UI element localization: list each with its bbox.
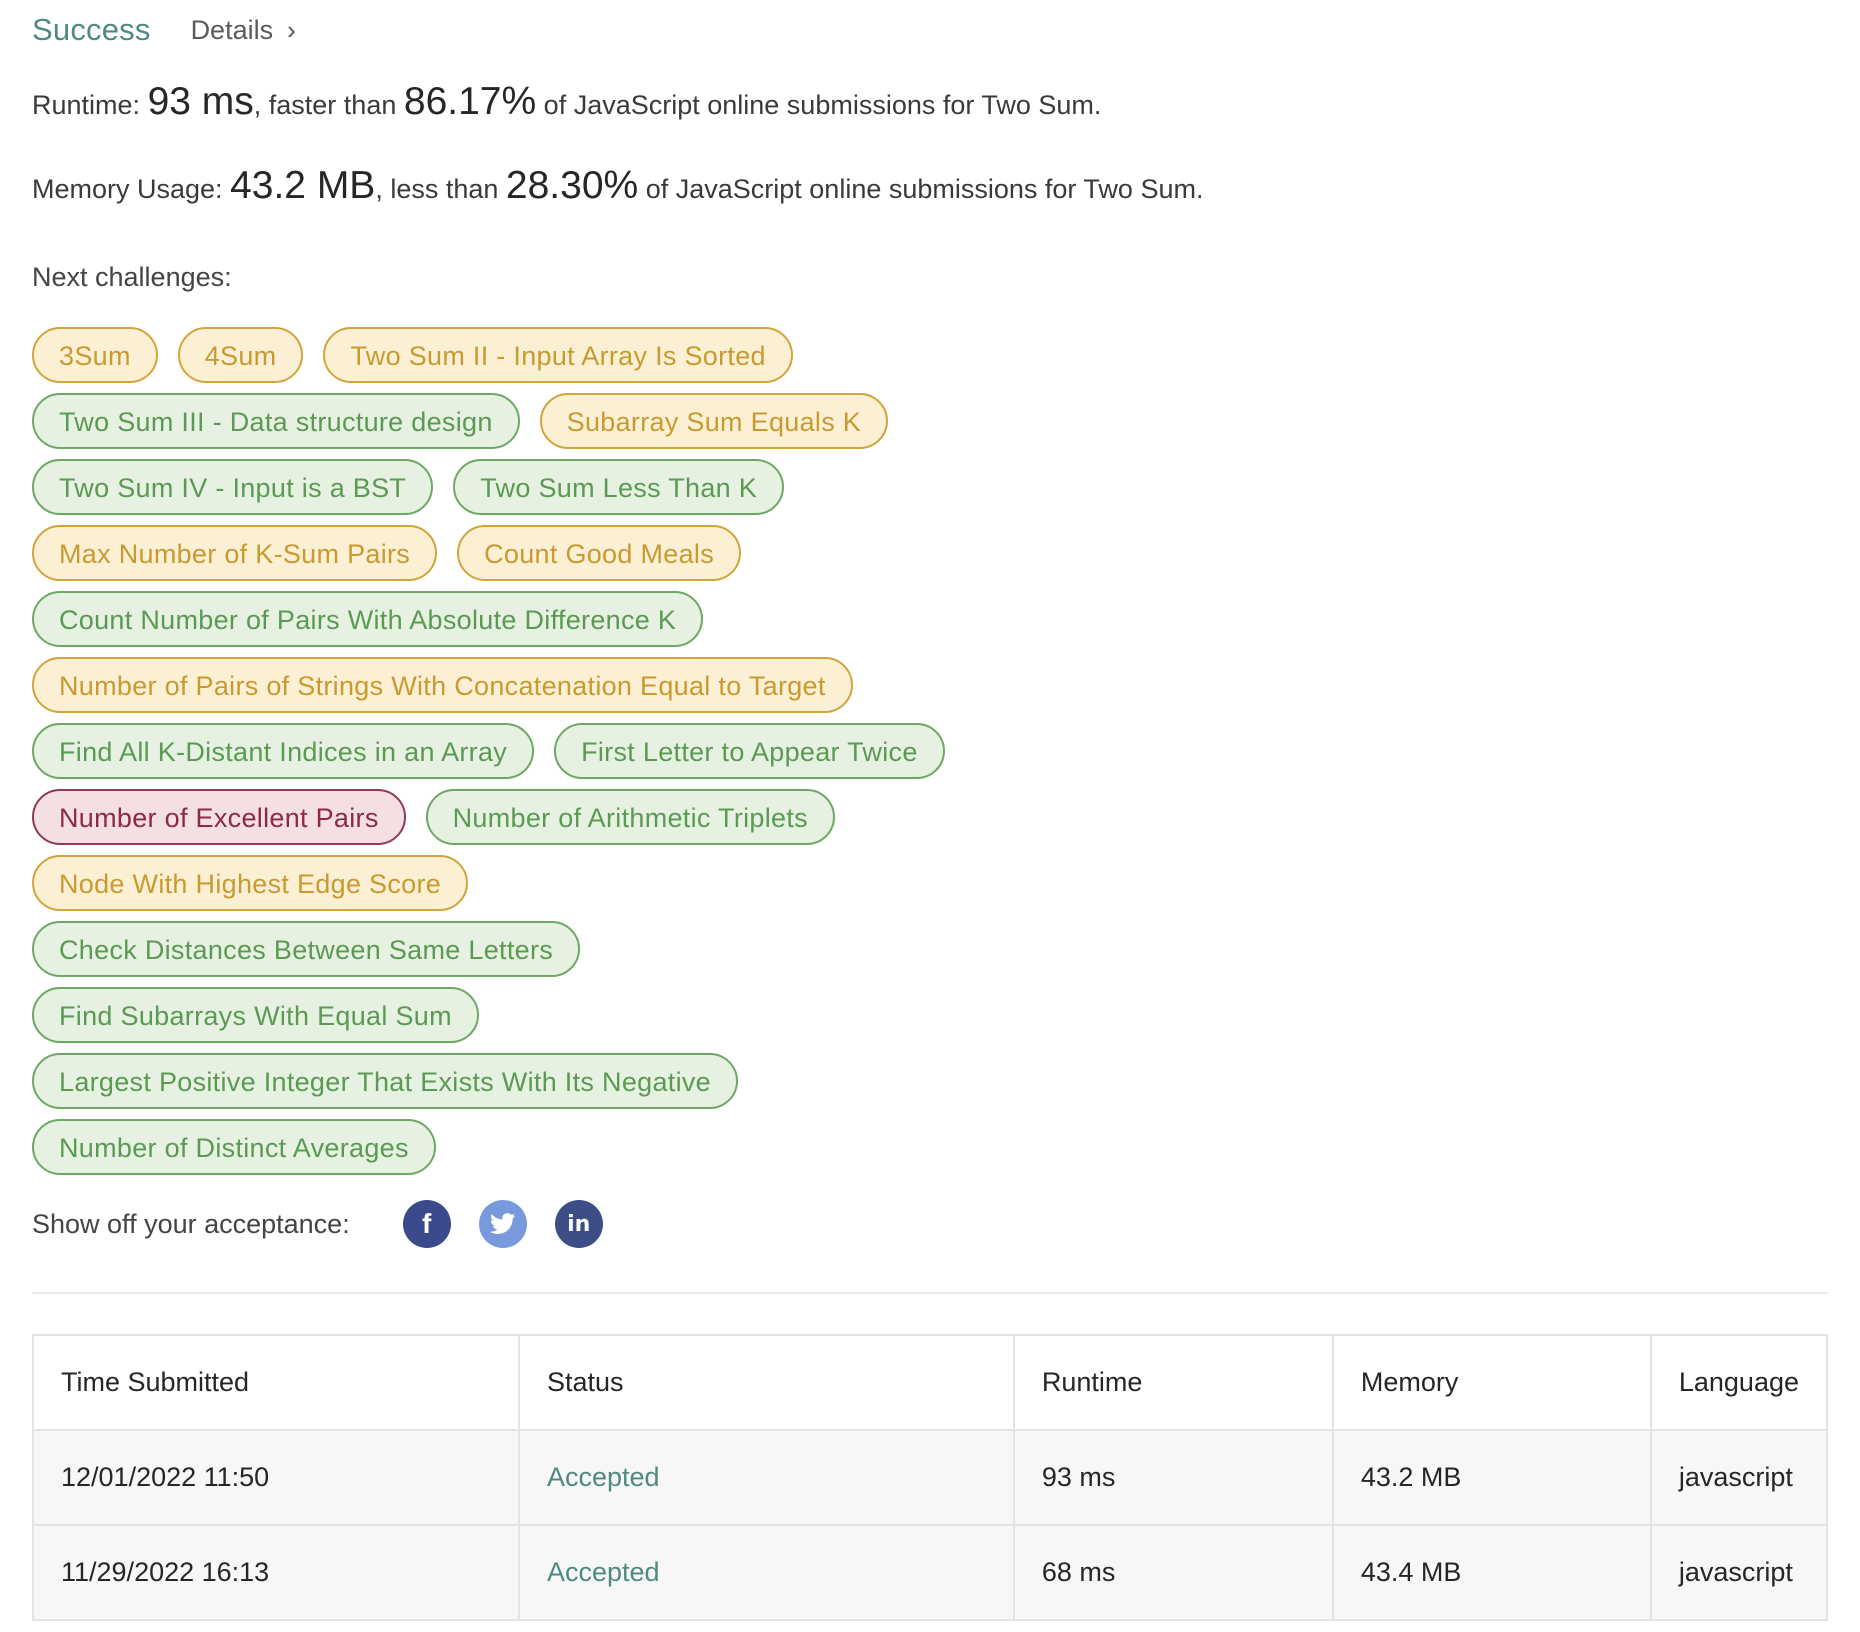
challenge-tag-easy[interactable]: Number of Arithmetic Triplets [425, 789, 835, 845]
challenge-tag-medium[interactable]: Node With Highest Edge Score [32, 855, 469, 911]
cell-time-submitted: 12/01/2022 11:50 [32, 1429, 520, 1526]
challenge-tag-easy[interactable]: Find All K-Distant Indices in an Array [32, 723, 535, 779]
runtime-middle-text: , faster than [253, 90, 397, 120]
challenge-tag-row: Number of Distinct Averages [32, 1119, 1232, 1185]
challenge-tag-row: Largest Positive Integer That Exists Wit… [32, 1053, 1232, 1119]
challenge-tag-row: 3Sum 4Sum Two Sum II - Input Array Is Sort… [32, 327, 1232, 393]
memory-percentile: 28.30% [505, 164, 639, 207]
cell-runtime: 93 ms [1012, 1429, 1334, 1526]
twitter-bird-glyph [489, 1213, 516, 1234]
share-section: Show off your acceptance: f in [32, 1200, 631, 1248]
challenge-tag-medium[interactable]: 3Sum [32, 327, 158, 383]
table-row: 11/29/2022 16:13 Accepted 68 ms 43.4 MB … [32, 1524, 1829, 1621]
challenge-tag-easy[interactable]: Two Sum III - Data structure design [32, 393, 520, 449]
challenge-tag-row: Find Subarrays With Equal Sum [32, 987, 1232, 1053]
challenge-tag-row: Number of Pairs of Strings With Concaten… [32, 657, 1232, 723]
memory-value: 43.2 MB [230, 164, 376, 207]
details-label: Details [190, 14, 274, 45]
runtime-value: 93 ms [147, 80, 254, 123]
twitter-icon[interactable] [478, 1200, 527, 1248]
runtime-stat: Runtime: 93 ms, faster than 86.17% of Ja… [32, 80, 1101, 124]
cell-runtime: 68 ms [1012, 1524, 1334, 1621]
challenge-tag-hard[interactable]: Number of Excellent Pairs [32, 789, 406, 845]
challenge-tag-medium[interactable]: Two Sum II - Input Array Is Sorted [323, 327, 793, 383]
challenge-tag-easy[interactable]: Number of Distinct Averages [32, 1119, 436, 1175]
challenge-tag-easy[interactable]: Count Number of Pairs With Absolute Diff… [32, 591, 704, 647]
challenge-tag-easy[interactable]: Find Subarrays With Equal Sum [32, 987, 479, 1043]
memory-middle-text: , less than [375, 174, 499, 204]
linkedin-icon[interactable]: in [554, 1200, 603, 1248]
share-label: Show off your acceptance: [32, 1208, 350, 1239]
memory-suffix: of JavaScript online submissions for Two… [645, 174, 1204, 204]
cell-status-link[interactable]: Accepted [517, 1524, 1015, 1621]
header-runtime[interactable]: Runtime [1012, 1334, 1334, 1431]
cell-language: javascript [1649, 1429, 1829, 1526]
facebook-icon[interactable]: f [402, 1200, 451, 1248]
table-header-row: Time Submitted Status Runtime Memory Lan… [32, 1334, 1829, 1431]
challenge-tag-medium[interactable]: Subarray Sum Equals K [539, 393, 889, 449]
challenge-tag-row: Number of Excellent Pairs Number of Arith… [32, 789, 1232, 855]
challenge-tag-row: Find All K-Distant Indices in an Array Fi… [32, 723, 1232, 789]
challenge-tag-easy[interactable]: First Letter to Appear Twice [554, 723, 945, 779]
memory-label: Memory Usage: [32, 174, 223, 204]
challenge-tag-medium[interactable]: Count Good Meals [457, 525, 742, 581]
challenge-tag-medium[interactable]: Number of Pairs of Strings With Concaten… [32, 657, 853, 713]
challenge-tag-medium[interactable]: Max Number of K-Sum Pairs [32, 525, 438, 581]
chevron-right-icon: › [287, 14, 296, 45]
challenge-tag-medium[interactable]: 4Sum [177, 327, 304, 383]
challenge-tag-easy[interactable]: Check Distances Between Same Letters [32, 921, 581, 977]
challenge-tag-easy[interactable]: Two Sum Less Than K [453, 459, 785, 515]
runtime-suffix: of JavaScript online submissions for Two… [543, 90, 1102, 120]
runtime-percentile: 86.17% [403, 80, 537, 123]
section-divider [32, 1292, 1828, 1294]
result-status: Success [32, 12, 151, 47]
cell-status-link[interactable]: Accepted [517, 1429, 1015, 1526]
next-challenges-list: 3Sum 4Sum Two Sum II - Input Array Is Sort… [32, 327, 1232, 1185]
next-challenges-label: Next challenges: [32, 262, 232, 292]
result-header: Success Details › [32, 0, 1828, 60]
header-status[interactable]: Status [517, 1334, 1015, 1431]
cell-language: javascript [1649, 1524, 1829, 1621]
cell-memory: 43.4 MB [1331, 1524, 1652, 1621]
header-time-submitted[interactable]: Time Submitted [32, 1334, 520, 1431]
table-row: 12/01/2022 11:50 Accepted 93 ms 43.2 MB … [32, 1429, 1829, 1526]
header-language[interactable]: Language [1649, 1334, 1829, 1431]
challenge-tag-row: Two Sum IV - Input is a BST Two Sum Less … [32, 459, 1232, 525]
memory-stat: Memory Usage: 43.2 MB, less than 28.30% … [32, 164, 1203, 208]
cell-memory: 43.2 MB [1331, 1429, 1652, 1526]
challenge-tag-row: Node With Highest Edge Score [32, 855, 1232, 921]
submission-result-panel: Success Details › Runtime: 93 ms, faster… [32, 0, 1829, 1621]
challenge-tag-row: Two Sum III - Data structure design Subar… [32, 393, 1232, 459]
cell-time-submitted: 11/29/2022 16:13 [32, 1524, 520, 1621]
submissions-table: Time Submitted Status Runtime Memory Lan… [32, 1334, 1829, 1621]
challenge-tag-row: Check Distances Between Same Letters [32, 921, 1232, 987]
header-memory[interactable]: Memory [1331, 1334, 1652, 1431]
runtime-label: Runtime: [32, 90, 141, 120]
challenge-tag-easy[interactable]: Largest Positive Integer That Exists Wit… [32, 1053, 738, 1109]
challenge-tag-easy[interactable]: Two Sum IV - Input is a BST [32, 459, 434, 515]
details-link[interactable]: Details › [191, 15, 296, 46]
challenge-tag-row: Count Number of Pairs With Absolute Diff… [32, 591, 1232, 657]
challenge-tag-row: Max Number of K-Sum Pairs Count Good Meal… [32, 525, 1232, 591]
